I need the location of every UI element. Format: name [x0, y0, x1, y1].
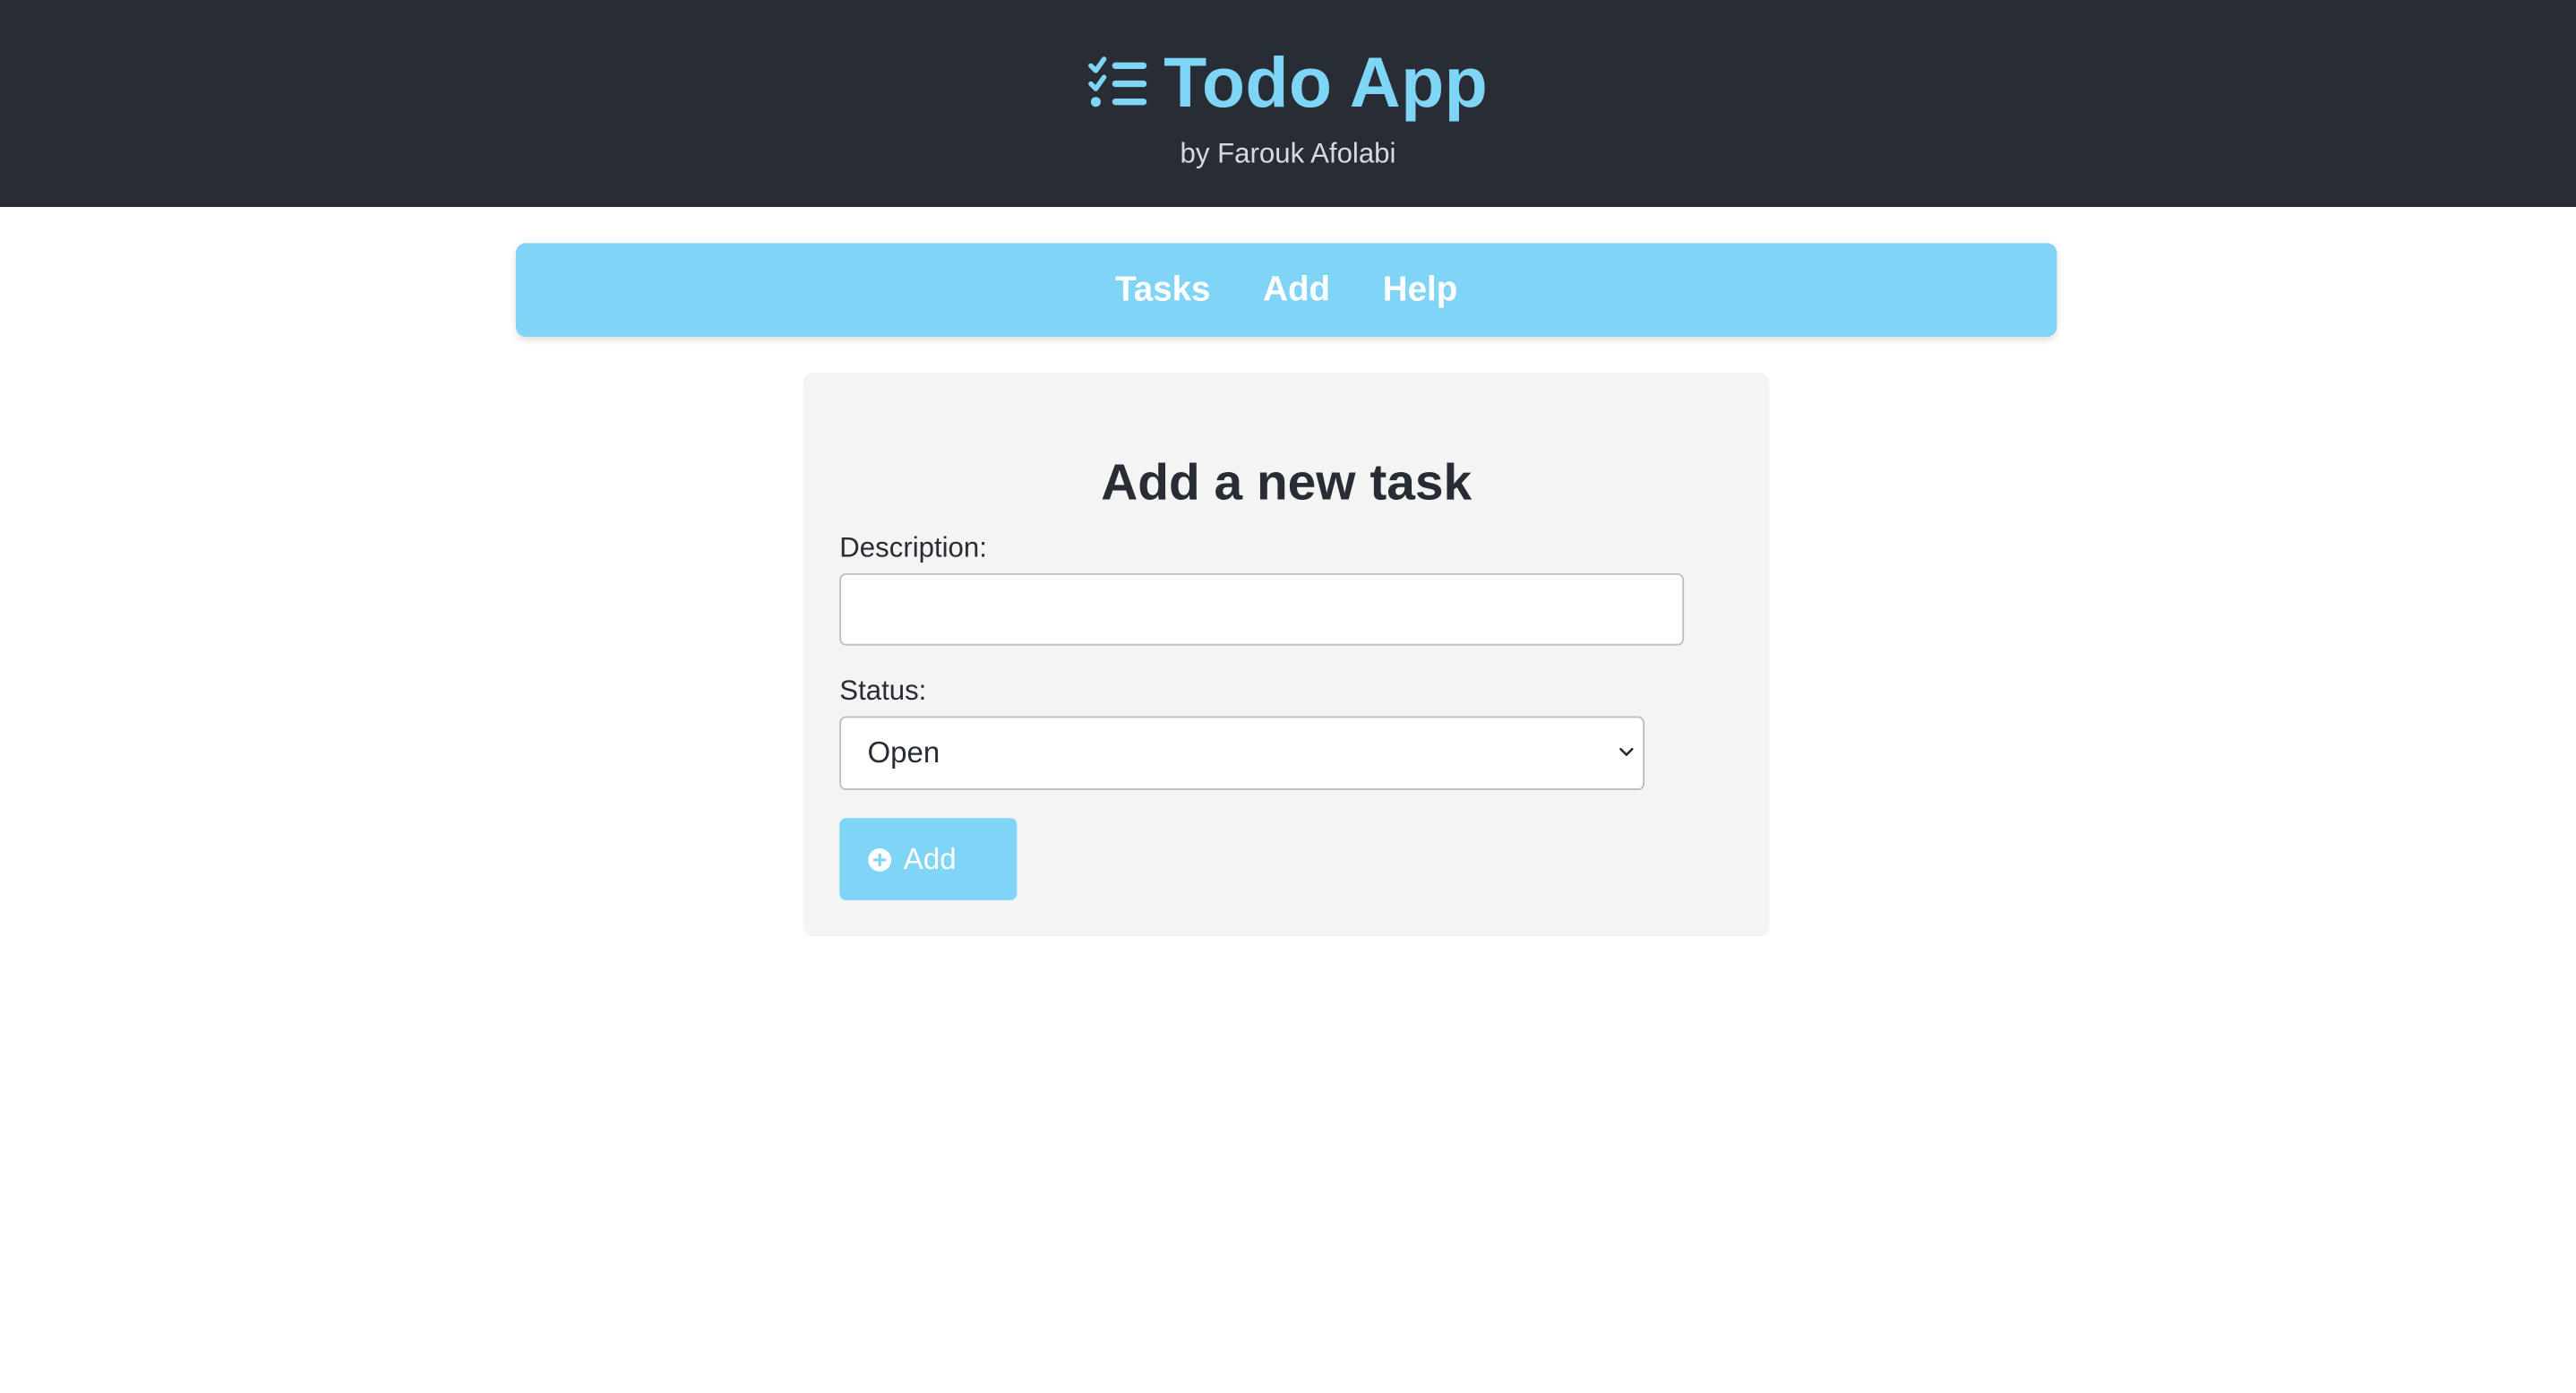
nav-add-link[interactable]: Add [1263, 271, 1330, 310]
app-title: Todo App [1163, 44, 1489, 124]
nav-tasks-link[interactable]: Tasks [1115, 271, 1210, 310]
app-subtitle: by Farouk Afolabi [1180, 138, 1396, 169]
nav-help-link[interactable]: Help [1383, 271, 1457, 310]
brand: Todo App [0, 36, 2576, 131]
status-select[interactable]: Open [839, 716, 1645, 791]
main-nav: Tasks Add Help [515, 243, 2057, 337]
app-root: Todo App by Farouk Afolabi Tasks Add Hel… [0, 0, 2576, 1393]
description-label: Description: [839, 532, 987, 563]
add-task-button[interactable]: Add [839, 818, 1018, 900]
status-label: Status: [839, 675, 927, 707]
add-button-label: Add [903, 842, 957, 876]
status-selected-value: Open [867, 735, 940, 770]
description-input[interactable] [839, 572, 1685, 646]
app-header: Todo App by Farouk Afolabi [0, 0, 2576, 208]
form-heading: Add a new task [1101, 453, 1473, 512]
task-list-icon [1088, 56, 1147, 111]
